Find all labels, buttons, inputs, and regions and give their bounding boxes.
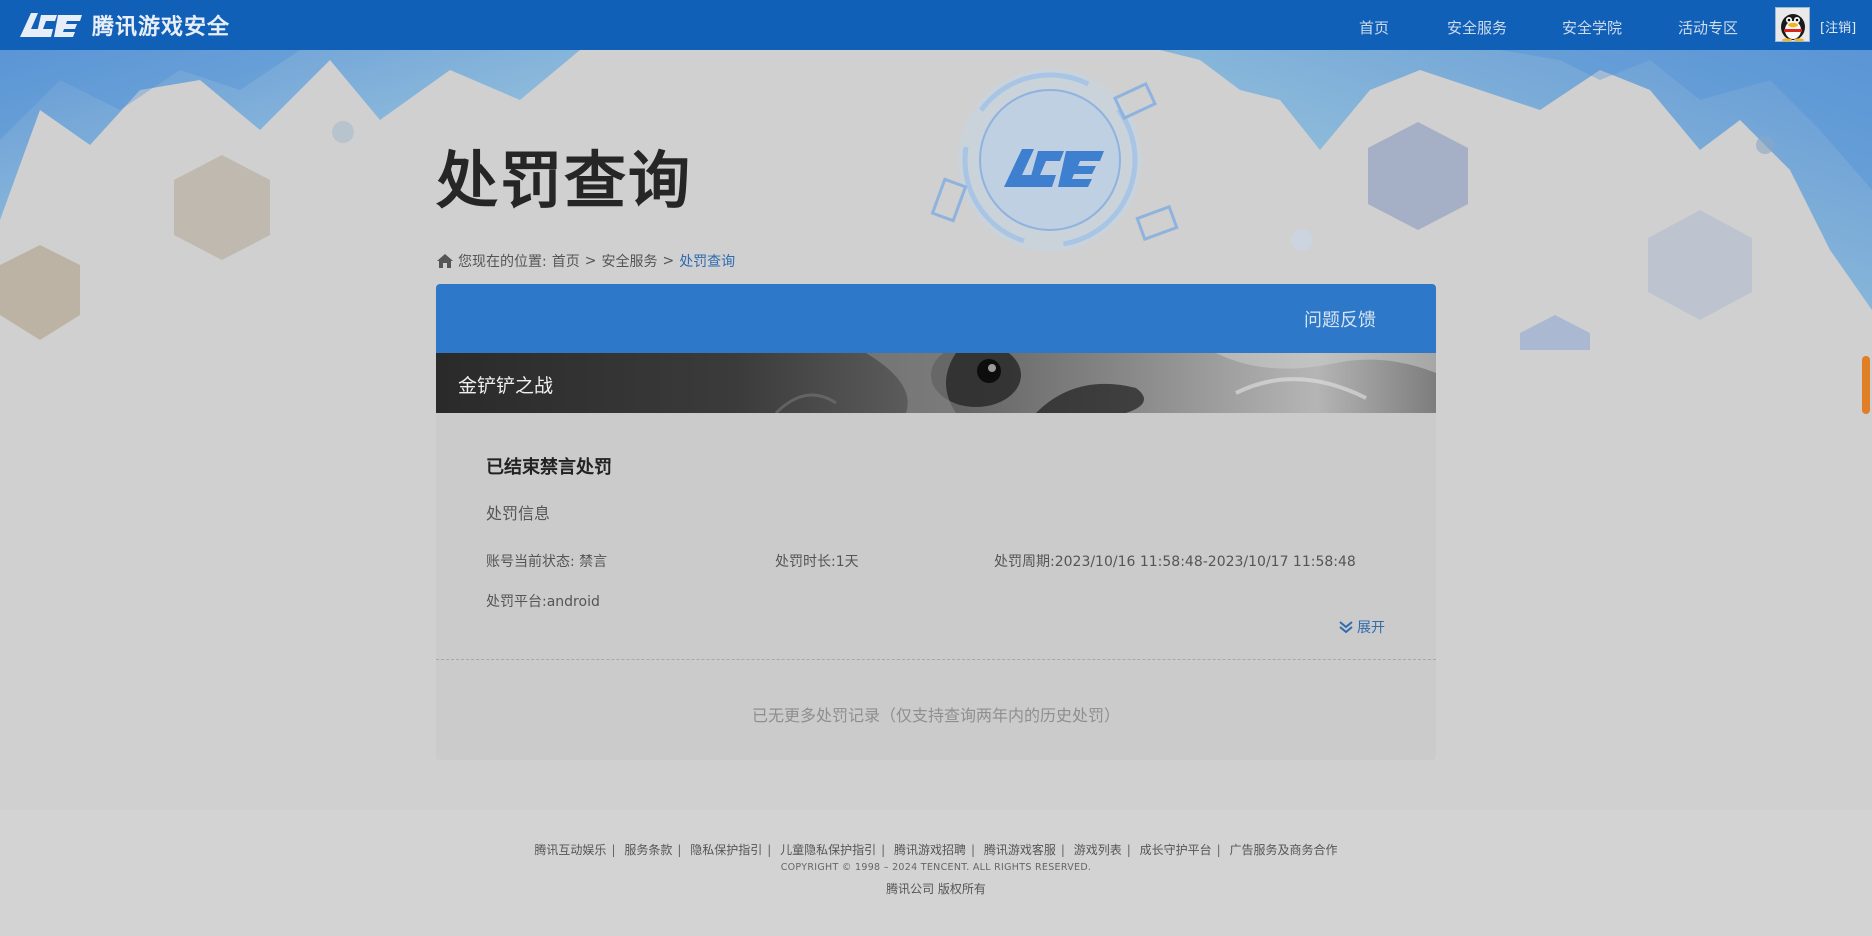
breadcrumb-separator: > xyxy=(662,253,675,269)
footer-link[interactable]: 儿童隐私保护指引 xyxy=(780,843,876,857)
page-title: 处罚查询 xyxy=(436,144,693,217)
breadcrumb-security-service[interactable]: 安全服务 xyxy=(601,251,657,271)
breadcrumb-home[interactable]: 首页 xyxy=(552,251,580,271)
copyright: COPYRIGHT © 1998 – 2024 TENCENT. ALL RIG… xyxy=(780,862,1092,873)
ace-logo-icon xyxy=(20,13,82,37)
breadcrumb-separator: > xyxy=(584,253,597,269)
game-banner-art xyxy=(774,353,1436,413)
nav-security-service[interactable]: 安全服务 xyxy=(1447,17,1507,38)
penalty-card: 问题反馈 金铲铲之战 已结束禁言处罚 处罚信息 账号当前状态: 禁言 处罚时长:… xyxy=(436,284,1436,760)
footer-separator: | xyxy=(677,843,682,857)
logout-link[interactable]: [注销] xyxy=(1820,17,1856,36)
footer-link[interactable]: 隐私保护指引 xyxy=(690,843,762,857)
footer-separator: | xyxy=(881,843,886,857)
expand-label: 展开 xyxy=(1357,620,1385,636)
feedback-link[interactable]: 问题反馈 xyxy=(1304,306,1376,332)
breadcrumb: 您现在的位置: 首页 > 安全服务 > 处罚查询 xyxy=(436,251,735,271)
site-logo[interactable]: 腾讯游戏安全 xyxy=(18,9,230,41)
footer-link[interactable]: 服务条款 xyxy=(624,843,672,857)
game-title: 金铲铲之战 xyxy=(458,375,554,397)
breadcrumb-prefix: 您现在的位置: xyxy=(458,254,547,270)
double-chevron-down-icon xyxy=(1339,621,1353,634)
footer-link[interactable]: 游戏列表 xyxy=(1074,843,1122,857)
avatar[interactable] xyxy=(1775,7,1810,42)
penalty-period: 处罚周期:2023/10/16 11:58:48-2023/10/17 11:5… xyxy=(994,554,1356,570)
footer-link[interactable]: 腾讯游戏招聘 xyxy=(894,843,966,857)
nav-security-academy[interactable]: 安全学院 xyxy=(1562,17,1622,38)
footer-separator: | xyxy=(611,843,616,857)
ace-center-logo xyxy=(1004,149,1104,187)
footer-separator: | xyxy=(1216,843,1221,857)
expand-button[interactable]: 展开 xyxy=(1338,617,1385,637)
account-status: 账号当前状态: 禁言 xyxy=(486,554,608,570)
divider xyxy=(436,659,1436,660)
qq-penguin-icon xyxy=(1780,13,1805,41)
footer-link[interactable]: 腾讯游戏客服 xyxy=(984,843,1056,857)
scrollbar-thumb[interactable] xyxy=(1862,356,1870,414)
top-navigation-bar: 腾讯游戏安全 首页 安全服务 安全学院 活动专区 [注销] xyxy=(0,0,1872,50)
footer-link[interactable]: 广告服务及商务合作 xyxy=(1230,843,1338,857)
footer-separator: | xyxy=(1060,843,1065,857)
footer xyxy=(0,810,1872,936)
home-icon xyxy=(437,254,453,268)
game-banner: 金铲铲之战 xyxy=(436,353,1436,413)
footer-separator: | xyxy=(1126,843,1131,857)
nav-activity-zone[interactable]: 活动专区 xyxy=(1678,17,1738,38)
footer-separator: | xyxy=(767,843,772,857)
company-rights: 腾讯公司 版权所有 xyxy=(886,882,986,896)
penalty-platform: 处罚平台:android xyxy=(486,594,600,610)
logo-text: 腾讯游戏安全 xyxy=(92,15,231,40)
section-label: 处罚信息 xyxy=(486,504,551,523)
penalty-duration: 处罚时长:1天 xyxy=(775,554,859,570)
card-header: 问题反馈 xyxy=(436,284,1436,353)
footer-link[interactable]: 腾讯互动娱乐 xyxy=(534,843,606,857)
nav-home[interactable]: 首页 xyxy=(1359,17,1389,38)
record-title: 已结束禁言处罚 xyxy=(486,457,612,478)
footer-link[interactable]: 成长守护平台 xyxy=(1140,843,1212,857)
footer-separator: | xyxy=(971,843,976,857)
footer-links: 腾讯互动娱乐 | 服务条款 | 隐私保护指引 | 儿童隐私保护指引 | 腾讯游戏招聘 | … xyxy=(0,841,1872,858)
no-more-records: 已无更多处罚记录（仅支持查询两年内的历史处罚） xyxy=(751,706,1120,725)
breadcrumb-current[interactable]: 处罚查询 xyxy=(679,251,735,271)
